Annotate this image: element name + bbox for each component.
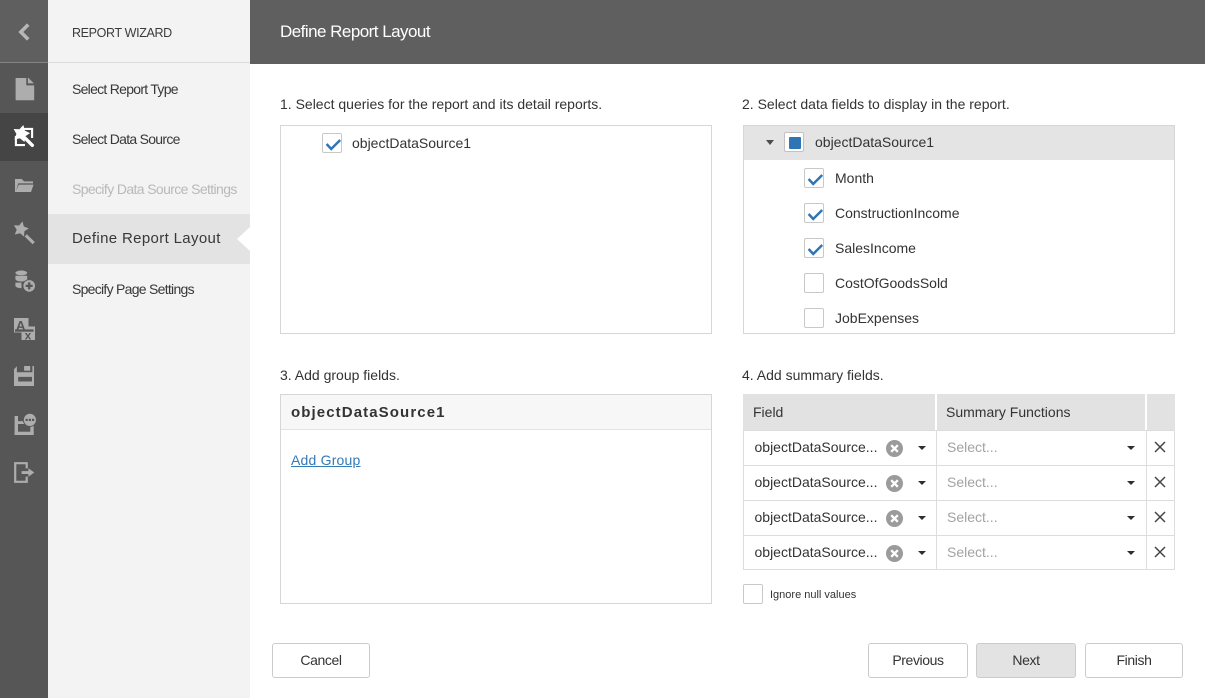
svg-text:x: x [25, 328, 32, 341]
